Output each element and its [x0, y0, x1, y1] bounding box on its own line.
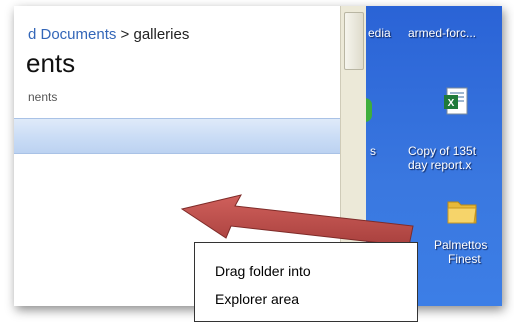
breadcrumb-link[interactable]: d Documents: [28, 26, 116, 43]
breadcrumb-current: galleries: [133, 26, 190, 43]
callout-line-2: Explorer area: [215, 291, 300, 307]
folder-label-line2[interactable]: Finest: [448, 252, 481, 266]
page-subtext: nents: [28, 90, 58, 104]
desktop-icon-label-media[interactable]: edia: [368, 26, 391, 40]
breadcrumb: d Documents > galleries: [28, 26, 189, 43]
svg-text:X: X: [448, 98, 455, 109]
desktop-icon-label-partial[interactable]: s: [370, 144, 376, 158]
list-header-bar: [14, 118, 340, 154]
folder-icon[interactable]: [446, 196, 478, 226]
scrollbar-thumb[interactable]: [344, 12, 364, 70]
page-title: ents: [26, 48, 76, 78]
excel-file-icon[interactable]: X: [444, 86, 470, 116]
green-app-icon[interactable]: [366, 98, 372, 122]
excel-label-line1[interactable]: Copy of 135t: [408, 144, 476, 158]
excel-label-line2[interactable]: day report.x: [408, 158, 471, 172]
breadcrumb-separator: >: [116, 26, 134, 43]
folder-label-line1[interactable]: Palmettos: [434, 238, 487, 252]
instruction-callout: Drag folder into Explorer area: [194, 242, 418, 322]
desktop-icon-label-armed-forces[interactable]: armed-forc...: [408, 26, 476, 40]
callout-line-1: Drag folder into: [215, 263, 311, 279]
screenshot-stage: d Documents > galleries ents nents edia …: [0, 0, 514, 330]
